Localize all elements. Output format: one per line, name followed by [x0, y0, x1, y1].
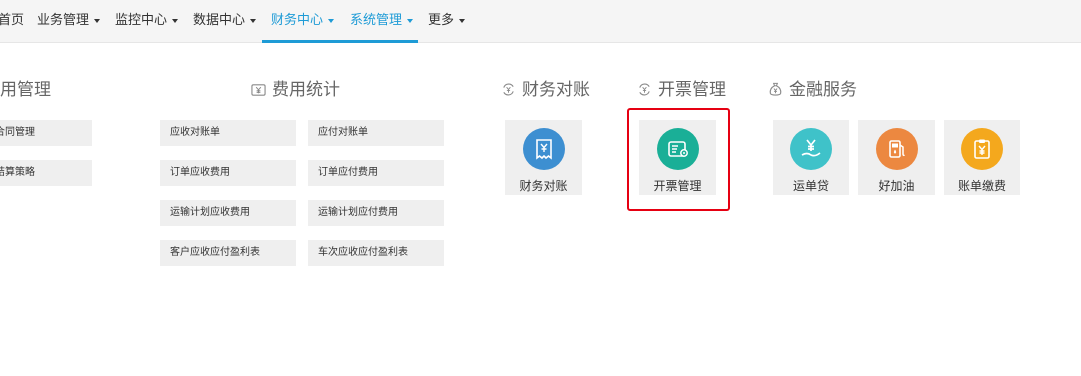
caret-down-icon	[328, 18, 335, 23]
nav-finance[interactable]: 财务中心	[271, 0, 335, 42]
section-title-fee-management: 费用管理	[0, 80, 51, 100]
settlement-strategy-button[interactable]: 结算策略	[0, 160, 92, 186]
customer-profit-table-button[interactable]: 客户应收应付盈利表	[160, 240, 296, 266]
plan-receivable-fee-button[interactable]: 运输计划应收费用	[160, 200, 296, 226]
payable-statement-button[interactable]: 应付对账单	[308, 120, 444, 146]
receipt-icon	[522, 128, 565, 170]
tile-label: 财务对账	[519, 179, 568, 193]
nav-more[interactable]: 更多	[428, 0, 466, 42]
money-bag-icon	[769, 82, 782, 96]
fuel-pump-icon	[875, 128, 918, 170]
app-root: 首页 业务管理 监控中心 数据中心 财务中心 系统管理 更多 费用管理 合同管理…	[0, 0, 1081, 376]
contract-management-button[interactable]: 合同管理	[0, 120, 92, 146]
order-payable-fee-button[interactable]: 订单应付费用	[308, 160, 444, 186]
nav-system[interactable]: 系统管理	[350, 0, 414, 42]
nav-monitor[interactable]: 监控中心	[115, 0, 179, 42]
caret-down-icon	[94, 18, 101, 23]
nav-home[interactable]: 首页	[0, 0, 24, 42]
selection-highlight	[627, 108, 730, 211]
nav-business[interactable]: 业务管理	[37, 0, 101, 42]
caret-down-icon	[407, 18, 414, 23]
tile-label: 好加油	[878, 179, 915, 193]
yen-cycle-icon	[503, 83, 514, 96]
nav-data[interactable]: 数据中心	[193, 0, 257, 42]
plan-payable-fee-button[interactable]: 运输计划应付费用	[308, 200, 444, 226]
tile-reconciliation[interactable]: 财务对账	[505, 120, 582, 195]
receivable-statement-button[interactable]: 应收对账单	[160, 120, 296, 146]
nav-active-underline	[262, 40, 418, 43]
order-receivable-fee-button[interactable]: 订单应收费用	[160, 160, 296, 186]
top-nav: 首页 业务管理 监控中心 数据中心 财务中心 系统管理 更多	[0, 0, 1081, 43]
section-title-finance: 金融服务	[768, 79, 857, 101]
caret-down-icon	[172, 18, 179, 23]
yen-hand-icon	[790, 128, 832, 170]
caret-down-icon	[250, 18, 257, 23]
caret-down-icon	[459, 18, 466, 23]
trip-profit-table-button[interactable]: 车次应收应付盈利表	[308, 240, 444, 266]
tile-refuel[interactable]: 好加油	[858, 120, 935, 195]
yen-doc-icon	[251, 84, 266, 96]
clipboard-yen-icon	[961, 128, 1003, 170]
tile-bill-payment[interactable]: 账单缴费	[944, 120, 1020, 195]
tile-waybill-loan[interactable]: 运单贷	[773, 120, 849, 195]
section-title-reconciliation: 财务对账	[501, 79, 590, 101]
tile-label: 账单缴费	[957, 179, 1006, 193]
section-title-fee-statistics: 费用统计	[251, 79, 340, 101]
section-title-invoicing: 开票管理	[637, 79, 726, 101]
yen-cycle-icon	[639, 83, 650, 96]
tile-label: 运单贷	[792, 179, 829, 193]
